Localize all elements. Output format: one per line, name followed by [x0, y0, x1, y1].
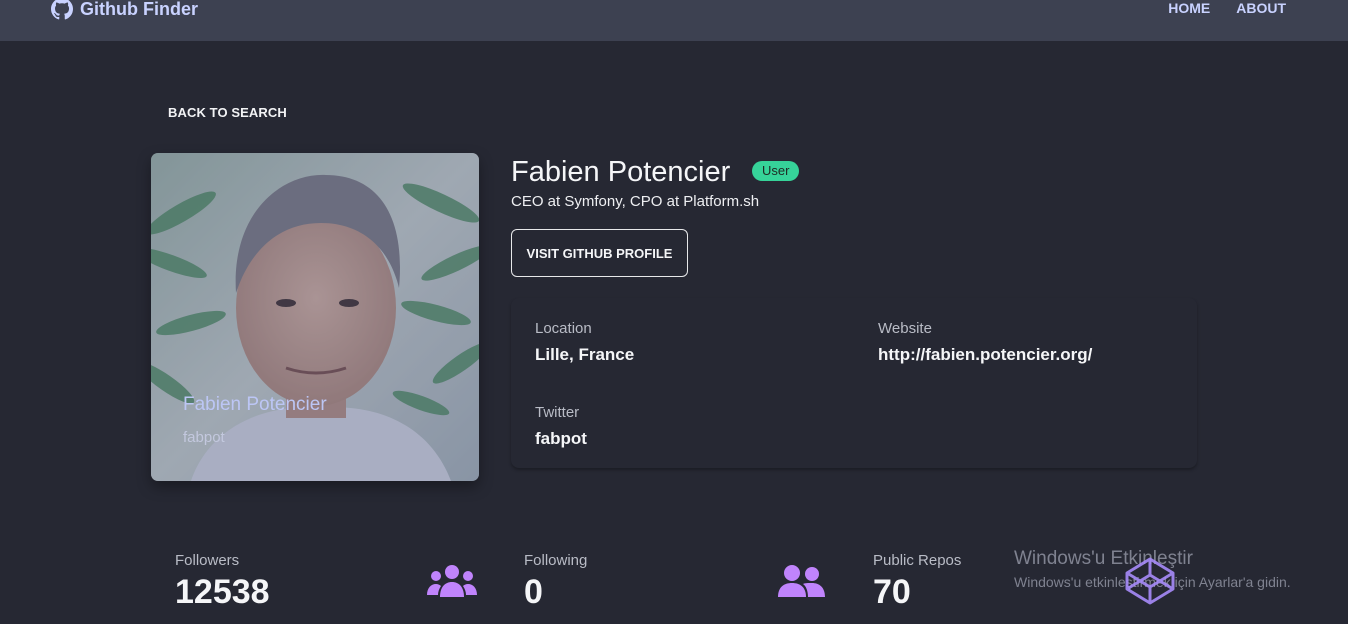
codepen-icon [1124, 556, 1176, 611]
users-icon [427, 563, 477, 604]
brand-title: Github Finder [80, 0, 198, 19]
users-icon [776, 563, 826, 604]
nav-about-link[interactable]: ABOUT [1236, 0, 1286, 16]
avatar-login: fabpot [183, 429, 225, 446]
info-card: Location Lille, France Website http://fa… [511, 298, 1197, 468]
brand[interactable]: Github Finder [51, 0, 198, 20]
repos-value: 70 [873, 573, 911, 611]
profile-name: Fabien Potencier [511, 156, 731, 188]
visit-github-profile-button[interactable]: VISIT GITHUB PROFILE [511, 229, 688, 277]
following-label: Following [524, 552, 588, 569]
user-type-badge: User [752, 161, 800, 181]
followers-label: Followers [175, 552, 240, 569]
github-icon [51, 0, 73, 20]
nav-links: HOME ABOUT [1168, 0, 1286, 16]
nav-home-link[interactable]: HOME [1168, 0, 1210, 16]
following-value: 0 [524, 573, 543, 611]
avatar-name: Fabien Potencier [183, 394, 327, 415]
navbar: Github Finder HOME ABOUT [0, 0, 1348, 41]
followers-value: 12538 [175, 573, 270, 611]
location-value: Lille, France [535, 345, 635, 364]
twitter-label: Twitter [535, 404, 580, 421]
website-label: Website [878, 320, 932, 337]
avatar-card: Fabien Potencier fabpot [151, 153, 479, 481]
twitter-value: fabpot [535, 429, 587, 448]
back-to-search-link[interactable]: BACK TO SEARCH [168, 105, 287, 120]
profile-bio: CEO at Symfony, CPO at Platform.sh [511, 193, 760, 210]
location-label: Location [535, 320, 592, 337]
website-link[interactable]: http://fabien.potencier.org/ [878, 345, 1092, 365]
repos-label: Public Repos [873, 552, 962, 569]
